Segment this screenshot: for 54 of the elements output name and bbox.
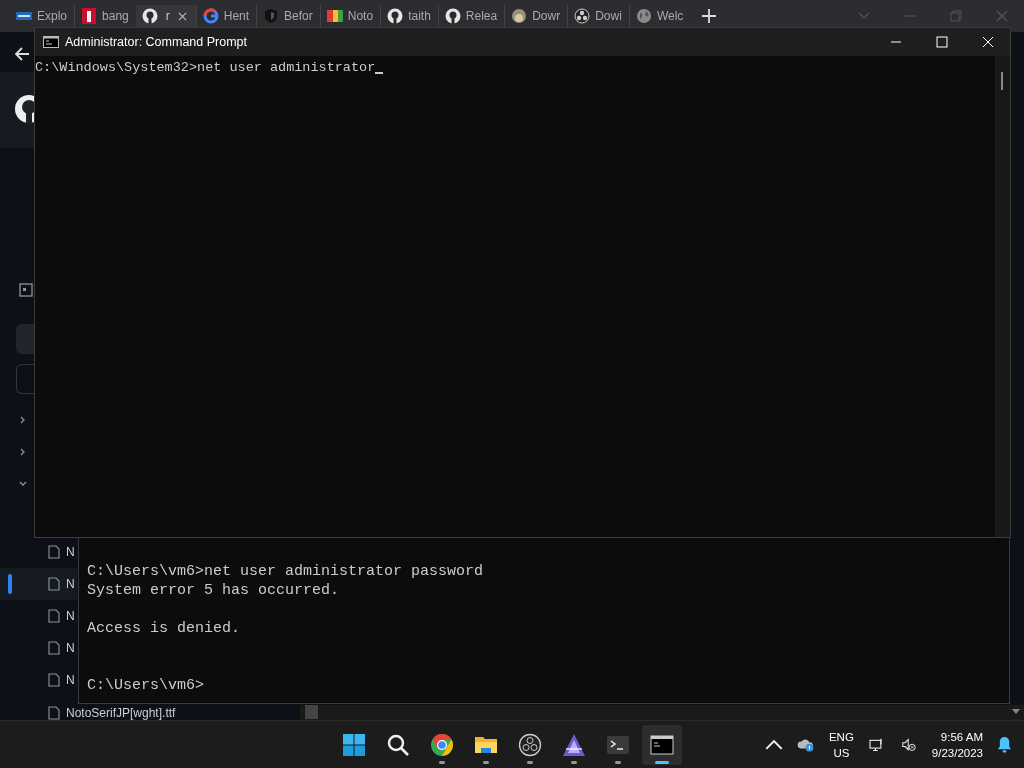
file-icon: [48, 705, 60, 720]
notification-bell-icon[interactable]: [997, 736, 1012, 753]
github-icon: [444, 8, 461, 24]
taskbar-button[interactable]: [642, 724, 682, 765]
close-icon[interactable]: [177, 11, 187, 21]
scrollbar[interactable]: [995, 56, 1010, 537]
windows-icon: [342, 732, 366, 757]
file-icon: [48, 641, 60, 655]
app-icon: [81, 8, 98, 24]
file-row[interactable]: N: [0, 632, 77, 664]
window-title: Administrator: Command Prompt: [65, 35, 247, 49]
file-row[interactable]: N: [0, 568, 77, 600]
chrome-icon: [430, 732, 454, 757]
scroll-down-icon[interactable]: [1012, 709, 1020, 715]
new-tab-icon[interactable]: [702, 9, 717, 23]
browser-tab[interactable]: r: [135, 5, 196, 27]
text-cursor: [375, 72, 384, 74]
cloud-icon[interactable]: [796, 737, 815, 752]
muted-speaker-icon[interactable]: [899, 737, 918, 752]
language-indicator[interactable]: ENG US: [828, 728, 854, 761]
file-icon: [48, 609, 60, 623]
maximize-icon[interactable]: [936, 36, 948, 48]
panel-icon[interactable]: [19, 283, 33, 297]
file-row[interactable]: N: [0, 536, 77, 568]
browser-tab[interactable]: Explo: [10, 5, 75, 27]
file-row[interactable]: N: [0, 600, 77, 632]
obs-icon: [574, 8, 591, 24]
chevron-up-icon[interactable]: [764, 737, 783, 752]
search-icon: [386, 732, 410, 757]
shield-icon: [263, 8, 280, 24]
file-row[interactable]: N: [0, 664, 77, 696]
file-icon: [48, 577, 60, 591]
terminal-line: Access is denied.: [87, 619, 241, 638]
terminal-line: C:\Users\vm6>net user administrator password: [87, 562, 484, 581]
terminal-line: C:\Windows\System32>net user administrator: [35, 59, 376, 77]
cmd-icon: [43, 36, 59, 48]
colorful-icon: [326, 8, 343, 24]
scrollbar[interactable]: [300, 705, 1024, 720]
scroll-thumb[interactable]: [305, 705, 318, 719]
monkey-icon: [511, 8, 528, 24]
back-icon[interactable]: [14, 46, 30, 62]
file-row[interactable]: NotoSerifJP[wght].ttf: [0, 705, 300, 720]
globe-icon: [635, 8, 652, 24]
github-icon: [141, 8, 158, 24]
github-icon: [387, 8, 404, 24]
cmd-icon: [650, 732, 674, 757]
clock[interactable]: 9:56 AM 9/23/2023: [931, 728, 983, 761]
terminal-line: System error 5 has occurred.: [87, 581, 340, 600]
google-icon: [202, 8, 219, 24]
triangle-app-icon: [562, 732, 586, 757]
terminal-line: C:\Users\vm6>: [87, 676, 205, 695]
file-icon: [48, 545, 60, 559]
obs-icon: [518, 732, 542, 757]
file-icon: [48, 673, 60, 687]
